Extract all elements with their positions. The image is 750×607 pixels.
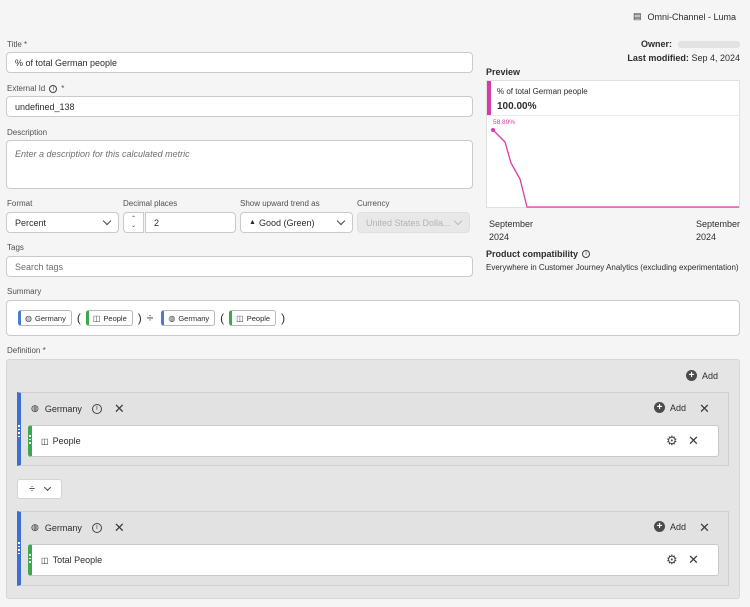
chevron-down-icon [102,216,112,226]
sparkline-point-label: 58.89% [493,119,515,126]
sparkline-point [491,128,495,132]
compat-value: Everywhere in Customer Journey Analytics… [486,263,739,272]
plus-circle-icon: + [686,370,697,381]
metric-label: ◫ Total People [41,555,103,565]
chevron-down-icon [43,483,52,492]
segment-icon: ◍ [31,522,39,532]
divide-operator: ÷ [146,311,154,325]
workspace-selector[interactable]: ▤ Omni-Channel - Luma [633,11,736,22]
metric-label: ◫ People [41,436,81,446]
format-value: Percent [15,217,47,228]
operator-select[interactable]: ÷ [17,479,62,499]
currency-label: Currency [357,199,390,208]
close-paren: ) [281,311,286,325]
summary-chip-metric: ◫ People [229,310,277,326]
preview-metric-title: % of total German people [497,87,588,96]
owner: Owner: [641,39,740,49]
segment-icon: ◍ [168,313,176,323]
close-icon[interactable]: ✕ [114,521,125,534]
preview-accent-bar [487,81,491,115]
format-label: Format [7,199,33,208]
summary-chip-metric: ◫ People [85,310,133,326]
close-icon[interactable]: ✕ [114,402,125,415]
decimal-stepper[interactable]: ⌃ ⌄ [123,212,144,233]
summary-label: Summary [7,287,42,296]
chevron-up-icon[interactable]: ⌃ [131,216,136,223]
preview-x-start: September 2024 [489,219,534,242]
metric-row [28,425,719,457]
container-header: ◍ Germany i ✕ [31,521,125,534]
metric-icon: ◫ [41,436,49,446]
preview-sparkline: 58.89% [491,119,739,208]
close-icon[interactable]: ✕ [688,434,699,447]
summary-box: ◍ Germany ( ◫ People ) ÷ ◍ Germany ( ◫ Peopl… [6,300,740,336]
workspace-name: Omni-Channel - Luma [647,11,736,22]
description-label: Description [7,128,48,137]
container-add-button[interactable]: + Add [654,521,686,532]
compat-heading: Product compatibility i [486,249,591,259]
currency-select: United States Dolla... [357,212,470,233]
database-icon: ▤ [632,11,642,21]
preview-x-end: September 2024 [696,219,741,242]
close-paren: ) [137,311,142,325]
info-icon[interactable]: i [582,250,591,258]
format-select[interactable]: Percent [6,212,119,233]
open-paren: ( [76,311,81,325]
title-input[interactable]: % of total German people [6,52,473,73]
open-paren: ( [220,311,225,325]
owner-name-redacted [678,40,740,48]
definition-label: Definition [7,346,46,355]
trend-label: Show upward trend as [240,199,320,208]
preview-heading: Preview [486,67,521,77]
summary-chip-segment: ◍ Germany [18,310,72,326]
operator-value: ÷ [28,483,36,495]
gear-icon[interactable]: ⚙ [666,552,678,568]
drag-handle[interactable] [28,435,32,444]
trend-value: Good (Green) [258,217,315,228]
container-header: ◍ Germany i ✕ [31,402,125,415]
plus-circle-icon: + [654,521,665,532]
chevron-down-icon[interactable]: ⌄ [131,223,136,230]
currency-value: United States Dolla... [366,217,451,228]
metric-row [28,544,719,576]
summary-chip-segment: ◍ Germany [161,310,216,326]
container-segment-name: Germany [44,403,82,414]
metric-icon: ◫ [41,555,49,565]
external-id-input[interactable]: undefined_138 [6,96,473,117]
segment-icon: ◍ [25,313,32,323]
last-modified: Last modified: Sep 4, 2024 [627,53,740,63]
preview-card: % of total German people 100.00% 58.89% [486,80,740,208]
decimal-label: Decimal places [123,199,178,208]
title-label: Title [7,40,27,49]
chevron-down-icon [453,216,463,226]
chevron-down-icon [336,216,346,226]
info-icon[interactable]: i [91,522,102,533]
preview-metric-value: 100.00% [497,101,537,112]
gear-icon[interactable]: ⚙ [666,433,678,449]
metric-icon: ◫ [92,313,101,323]
trend-select[interactable]: ▲ Good (Green) [240,212,353,233]
tags-label: Tags [7,243,24,252]
close-icon[interactable]: ✕ [699,402,710,415]
container-add-button[interactable]: + Add [654,402,686,413]
decimal-input[interactable]: 2 [145,212,236,233]
close-icon[interactable]: ✕ [699,521,710,534]
metric-icon: ◫ [236,313,244,323]
drag-handle[interactable] [28,554,32,563]
plus-circle-icon: + [654,402,665,413]
drag-handle[interactable] [17,425,21,437]
drag-handle[interactable] [17,542,21,554]
description-textarea[interactable]: Enter a description for this calculated … [6,140,473,189]
definition-add-button[interactable]: + Add [686,370,718,381]
segment-icon: ◍ [31,403,39,413]
close-icon[interactable]: ✕ [688,553,699,566]
triangle-up-icon: ▲ [249,219,256,226]
info-icon[interactable]: i [49,84,58,93]
info-icon[interactable]: i [91,403,102,414]
external-id-label: External Id i * [7,84,65,93]
container-segment-name: Germany [44,522,82,533]
tags-input[interactable]: Search tags [6,256,473,277]
